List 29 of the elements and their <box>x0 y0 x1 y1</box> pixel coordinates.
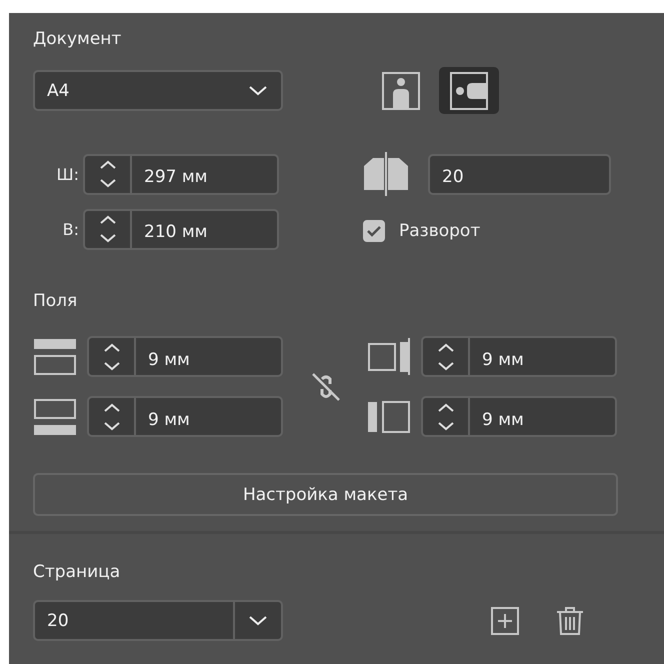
page-count-field[interactable]: 20 <box>428 154 611 194</box>
dimension-field[interactable]: 297 мм <box>83 154 279 194</box>
dimension-label: В: <box>62 220 80 238</box>
dimension-field[interactable]: 210 мм <box>83 208 279 250</box>
layout-settings-button[interactable]: Настройка макета <box>33 473 618 516</box>
landscape-icon <box>450 72 488 110</box>
check-icon <box>367 224 381 236</box>
add-page-icon[interactable] <box>491 606 519 634</box>
portrait-icon <box>382 72 420 110</box>
margin-field[interactable]: 9 мм <box>421 396 617 437</box>
page-dropdown[interactable]: 20 <box>33 600 283 641</box>
section-title: Поля <box>33 291 78 313</box>
bottom-margin-icon <box>33 398 77 436</box>
margin-field[interactable]: 9 мм <box>87 336 283 377</box>
caret-icon <box>249 86 267 96</box>
caret-icon <box>249 616 267 626</box>
page-size-dropdown[interactable]: A4 <box>33 70 283 111</box>
top-margin-icon <box>33 338 77 376</box>
dimension-label: Ш: <box>56 164 80 184</box>
margin-field[interactable]: 9 мм <box>87 396 283 437</box>
page-count-icon <box>363 152 409 196</box>
spread-checkbox[interactable] <box>363 220 385 242</box>
margin-field[interactable]: 9 мм <box>421 336 617 377</box>
checkbox-label: Разворот <box>399 220 480 240</box>
trash-icon[interactable] <box>555 606 585 636</box>
section-title: Документ <box>33 29 122 51</box>
section-title: Страница <box>33 562 122 584</box>
inner-margin-icon <box>367 338 411 376</box>
orientation-button[interactable] <box>439 67 499 114</box>
